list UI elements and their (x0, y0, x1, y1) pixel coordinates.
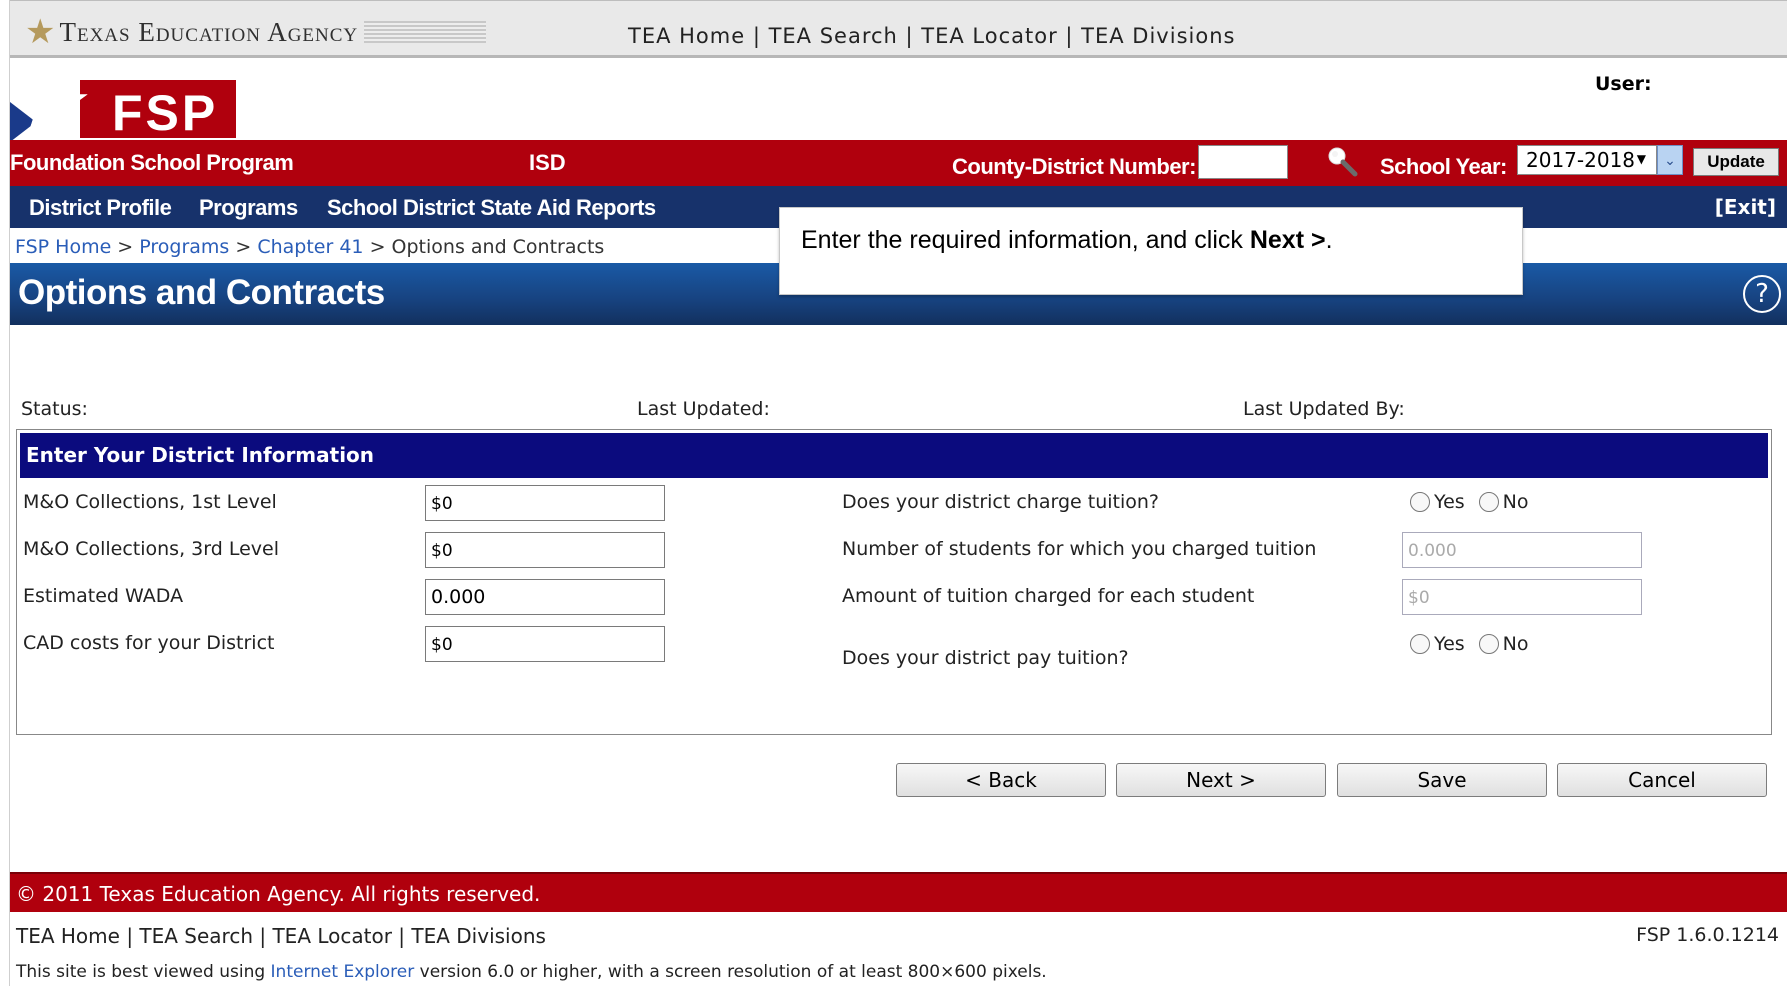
charge-tuition-yes-radio[interactable] (1410, 492, 1430, 512)
browser-note-end: version 6.0 or higher, with a screen res… (414, 962, 1047, 982)
page-title: Options and Contracts (18, 273, 385, 312)
tea-top-bar: ★ Texas Education Agency TEA Home | TEA … (10, 0, 1787, 58)
isd-label: ISD (529, 150, 566, 175)
save-button[interactable]: Save (1337, 763, 1547, 797)
mo-collections-1st-input[interactable]: $0 (425, 485, 665, 521)
nav-state-aid-reports[interactable]: School District State Aid Reports (327, 195, 656, 221)
exit-link[interactable]: [Exit] (1715, 195, 1776, 219)
page-frame: ★ Texas Education Agency TEA Home | TEA … (6, 0, 1787, 986)
instruction-text: Enter the required information, and clic… (801, 226, 1333, 255)
footer-links[interactable]: TEA Home | TEA Search | TEA Locator | TE… (16, 924, 546, 948)
charge-tuition-no-radio[interactable] (1478, 492, 1499, 512)
program-header-bar: Foundation School Program ISD County-Dis… (10, 140, 1787, 186)
breadcrumb-separator: > (111, 236, 140, 258)
students-charged-input[interactable]: 0.000 (1402, 532, 1642, 568)
radio-label-no: No (1502, 633, 1529, 655)
estimated-wada-input[interactable]: 0.000 (425, 579, 665, 615)
cad-costs-input[interactable]: $0 (425, 626, 665, 662)
field-label: Estimated WADA (23, 585, 184, 607)
caret-down-icon: ▼ (1636, 152, 1646, 166)
radio-label-yes: Yes (1434, 633, 1465, 655)
program-title: Foundation School Program (10, 150, 294, 175)
tuition-amount-input[interactable]: $0 (1402, 579, 1642, 615)
field-label: M&O Collections, 1st Level (23, 491, 277, 513)
chevron-down-icon[interactable]: ⌄ (1657, 145, 1683, 175)
internet-explorer-link[interactable]: Internet Explorer (271, 962, 415, 982)
user-label: User: (1595, 73, 1652, 95)
field-label: Does your district charge tuition? (842, 491, 1160, 513)
nav-programs[interactable]: Programs (199, 195, 298, 221)
breadcrumb-programs[interactable]: Programs (139, 236, 229, 258)
pay-tuition-yes-radio[interactable] (1410, 634, 1430, 654)
tea-logo-text: Texas Education Agency (59, 16, 359, 47)
tea-top-links[interactable]: TEA Home | TEA Search | TEA Locator | TE… (628, 24, 1235, 48)
star-icon: ★ (25, 12, 56, 52)
search-icon[interactable] (1324, 144, 1360, 180)
status-label: Status: (21, 398, 88, 420)
breadcrumb: FSP Home > Programs > Chapter 41 > Optio… (15, 236, 604, 258)
instruction-bold: Next > (1249, 226, 1326, 254)
school-year-select[interactable]: 2017-2018 ▼ (1517, 145, 1657, 175)
update-button[interactable]: Update (1693, 148, 1779, 176)
fsp-logo[interactable]: ★ FSP (6, 56, 236, 154)
county-district-input[interactable] (1198, 145, 1288, 179)
last-updated-label: Last Updated: (637, 398, 770, 420)
browser-note-start: This site is best viewed using (16, 962, 271, 982)
field-label: M&O Collections, 3rd Level (23, 538, 279, 560)
pay-tuition-no-radio[interactable] (1478, 634, 1499, 654)
breadcrumb-fsp-home[interactable]: FSP Home (15, 236, 111, 258)
breadcrumb-chapter-41[interactable]: Chapter 41 (257, 236, 363, 258)
field-label: CAD costs for your District (23, 632, 275, 654)
school-year-label: School Year: (1380, 154, 1507, 179)
nav-district-profile[interactable]: District Profile (29, 195, 172, 221)
mo-collections-3rd-input[interactable]: $0 (425, 532, 665, 568)
version-label: FSP 1.6.0.1214 (1636, 924, 1779, 946)
charge-tuition-radio-group: Yes No (1410, 491, 1529, 513)
cancel-button[interactable]: Cancel (1557, 763, 1767, 797)
breadcrumb-separator: > (229, 236, 258, 258)
instruction-callout: Enter the required information, and clic… (779, 207, 1523, 295)
radio-label-yes: Yes (1434, 491, 1465, 513)
logo-area: ★ FSP User: (6, 56, 1787, 154)
breadcrumb-separator: > (363, 236, 392, 258)
instruction-text-start: Enter the required information, and clic… (801, 226, 1250, 254)
radio-label-no: No (1502, 491, 1529, 513)
footer-copyright-bar: © 2011 Texas Education Agency. All right… (10, 872, 1787, 912)
next-button[interactable]: Next > (1116, 763, 1326, 797)
field-label: Amount of tuition charged for each stude… (842, 585, 1255, 607)
county-district-label: County-District Number: (952, 154, 1196, 179)
fsp-logo-text: FSP (112, 85, 219, 141)
tea-logo[interactable]: ★ Texas Education Agency (25, 12, 487, 52)
field-label: Does your district pay tuition? (842, 647, 1129, 669)
browser-note: This site is best viewed using Internet … (16, 962, 1047, 982)
field-label: Number of students for which you charged… (842, 538, 1317, 560)
help-icon[interactable]: ? (1743, 275, 1781, 313)
instruction-text-end: . (1325, 226, 1333, 254)
school-year-value: 2017-2018 (1526, 148, 1636, 172)
pay-tuition-radio-group: Yes No (1410, 633, 1529, 655)
breadcrumb-current: Options and Contracts (391, 236, 605, 258)
district-info-panel: Enter Your District Information M&O Coll… (16, 429, 1772, 735)
panel-header: Enter Your District Information (20, 433, 1768, 478)
back-button[interactable]: < Back (896, 763, 1106, 797)
logo-rule (364, 21, 487, 43)
last-updated-by-label: Last Updated By: (1243, 398, 1405, 420)
